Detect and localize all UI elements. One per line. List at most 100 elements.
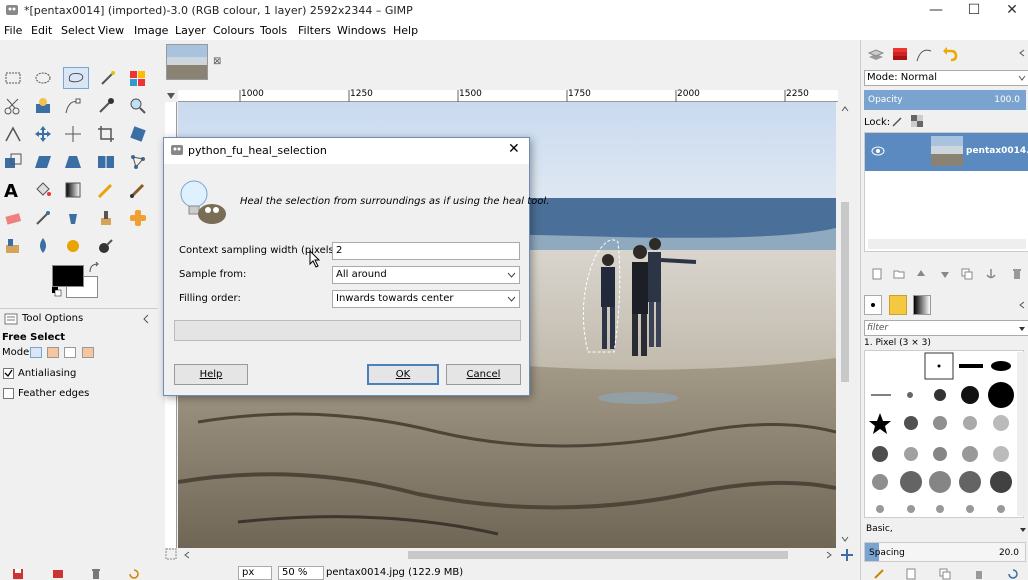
tool-options-tab[interactable]: Tool Options (0, 308, 158, 328)
text-icon[interactable]: A (3, 180, 23, 200)
foreground-color-swatch-front[interactable] (52, 265, 84, 287)
color-picker-icon[interactable] (96, 96, 116, 116)
anchor-layer-icon[interactable] (985, 268, 997, 280)
image-tab-thumbnail[interactable] (166, 44, 208, 80)
horizontal-scroll-thumb[interactable] (408, 551, 788, 559)
swap-colors-icon[interactable] (88, 262, 100, 274)
menu-layer[interactable]: Layer (175, 24, 206, 37)
menu-tools[interactable]: Tools (260, 24, 287, 37)
default-colors-icon[interactable] (52, 287, 62, 297)
lock-pixels-icon[interactable] (891, 116, 903, 128)
rotate-icon[interactable] (128, 124, 148, 144)
cage-transform-icon[interactable] (128, 152, 148, 172)
scroll-right-icon[interactable] (824, 550, 834, 560)
mode-add-icon[interactable] (47, 347, 59, 358)
scale-icon[interactable] (3, 152, 23, 172)
ok-button[interactable]: OK (367, 364, 439, 385)
paths-tab-icon[interactable] (915, 45, 933, 63)
menu-colours[interactable]: Colours (213, 24, 254, 37)
layers-hscroll[interactable] (868, 239, 1026, 249)
channels-tab-icon[interactable] (891, 45, 909, 63)
new-brush-icon[interactable] (905, 568, 917, 580)
scroll-down-icon[interactable] (840, 534, 850, 544)
lock-alpha-icon[interactable] (911, 115, 924, 128)
duplicate-brush-icon[interactable] (939, 568, 951, 580)
scissors-select-icon[interactable] (3, 96, 23, 116)
maximize-button[interactable]: ☐ (954, 0, 994, 22)
crop-icon[interactable] (96, 124, 116, 144)
delete-layer-icon[interactable] (1011, 268, 1023, 280)
delete-brush-icon[interactable] (973, 568, 985, 580)
brush-preset-select[interactable]: Basic, (864, 522, 1028, 538)
close-tab-icon[interactable]: ⊠ (213, 56, 221, 67)
foreground-select-icon[interactable] (33, 96, 53, 116)
unit-select[interactable]: px (238, 566, 272, 580)
raise-layer-icon[interactable] (915, 268, 927, 280)
flip-icon[interactable] (96, 152, 116, 172)
paths-icon[interactable] (63, 96, 83, 116)
antialiasing-checkbox[interactable] (3, 368, 14, 379)
quick-mask-menu-icon[interactable] (165, 90, 177, 102)
menu-filters[interactable]: Filters (298, 24, 331, 37)
heal-icon[interactable] (128, 208, 148, 228)
feather-edges-checkbox[interactable] (3, 388, 14, 399)
brushes-grid[interactable] (864, 350, 1024, 518)
menu-image[interactable]: Image (134, 24, 168, 37)
dodge-burn-icon[interactable] (96, 236, 116, 256)
new-layer-icon[interactable] (871, 268, 883, 280)
smudge-icon[interactable] (63, 236, 83, 256)
rect-select-icon[interactable] (3, 68, 23, 88)
bucket-fill-icon[interactable] (33, 180, 53, 200)
layer-mode-select[interactable]: Mode: Normal (864, 70, 1028, 86)
mode-subtract-icon[interactable] (64, 347, 76, 358)
mode-intersect-icon[interactable] (82, 347, 94, 358)
duplicate-layer-icon[interactable] (961, 268, 973, 280)
pencil-icon[interactable] (96, 180, 116, 200)
airbrush-icon[interactable] (33, 208, 53, 228)
patterns-tab[interactable] (889, 295, 907, 315)
menu-view[interactable]: View (98, 24, 124, 37)
zoom-icon[interactable] (128, 96, 148, 116)
quick-mask-toggle-icon[interactable] (165, 548, 177, 560)
layers-tab-icon[interactable] (867, 45, 885, 63)
layer-row[interactable]: pentax0014.jpg (865, 133, 1028, 171)
free-select-icon[interactable] (63, 67, 89, 89)
delete-options-icon[interactable] (90, 568, 102, 580)
brush-filter-input[interactable]: filter (864, 320, 1028, 336)
filling-order-select[interactable]: Inwards towards center (332, 290, 520, 308)
brushes-tab[interactable] (864, 295, 882, 315)
refresh-brushes-icon[interactable] (1007, 568, 1019, 580)
dialog-close-button[interactable]: ✕ (508, 141, 520, 157)
sample-from-select[interactable]: All around (332, 266, 520, 284)
edit-brush-icon[interactable] (873, 568, 885, 580)
paintbrush-icon[interactable] (128, 180, 148, 200)
fuzzy-select-icon[interactable] (98, 68, 118, 88)
perspective-clone-icon[interactable] (3, 236, 23, 256)
scroll-left-icon[interactable] (182, 550, 192, 560)
navigate-icon[interactable] (840, 548, 854, 562)
restore-options-icon[interactable] (52, 568, 64, 580)
undo-history-tab-icon[interactable] (941, 45, 959, 63)
brushes-vscroll[interactable] (1017, 352, 1027, 516)
opacity-slider[interactable]: Opacity 100.0 (864, 90, 1026, 110)
align-icon[interactable] (63, 124, 83, 144)
move-icon[interactable] (33, 124, 53, 144)
blur-icon[interactable] (33, 236, 53, 256)
brushes-menu-icon[interactable] (1017, 300, 1027, 310)
shear-icon[interactable] (33, 152, 53, 172)
ellipse-select-icon[interactable] (33, 68, 53, 88)
scroll-up-icon[interactable] (840, 104, 850, 114)
vertical-scroll-thumb[interactable] (841, 202, 849, 382)
help-button[interactable]: Help (174, 364, 248, 385)
menu-edit[interactable]: Edit (31, 24, 52, 37)
menu-file[interactable]: File (4, 24, 22, 37)
perspective-icon[interactable] (63, 152, 83, 172)
gradient-icon[interactable] (63, 180, 83, 200)
clone-icon[interactable] (96, 208, 116, 228)
zoom-select[interactable]: 50 % (278, 566, 324, 580)
save-options-icon[interactable] (12, 568, 24, 580)
measure-icon[interactable] (3, 124, 23, 144)
horizontal-scrollbar[interactable] (178, 548, 838, 562)
eraser-icon[interactable] (3, 208, 23, 228)
menu-help[interactable]: Help (393, 24, 418, 37)
